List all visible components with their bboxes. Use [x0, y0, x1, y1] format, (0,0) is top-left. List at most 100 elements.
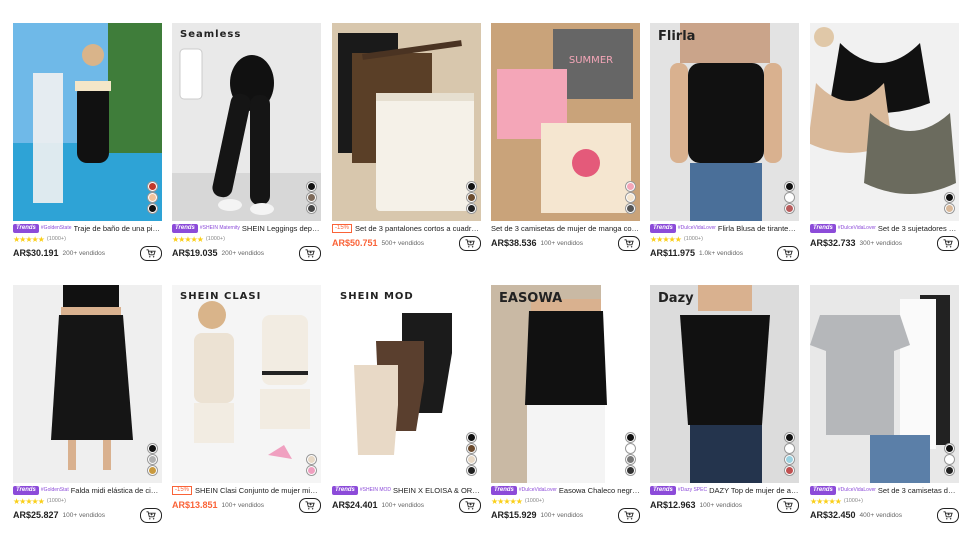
product-title[interactable]: SHEIN X ELOISA & ORSON SHEIN MOD To... [393, 486, 481, 495]
product-card[interactable]: Trends #DulceVidaLover Set de 3 sujetador… [810, 23, 959, 273]
product-title[interactable]: Set de 3 pantalones cortos a cuadros ... [355, 224, 481, 233]
trend-hashtag[interactable]: #GoldenStat [41, 487, 69, 493]
color-swatch[interactable] [307, 466, 316, 475]
product-card[interactable]: EASOWA Trends #DulceVidaLover Easowa Chal… [491, 285, 640, 535]
product-card[interactable]: Flirla Trends #DulceVidaLover Flirla Blus… [650, 23, 799, 273]
color-swatch[interactable] [626, 193, 635, 202]
add-to-cart-button[interactable] [937, 508, 959, 523]
add-to-cart-button[interactable] [459, 236, 481, 251]
add-to-cart-button[interactable] [937, 236, 959, 251]
product-title[interactable]: Easowa Chaleco negro, chaqueta fina, blu… [559, 486, 640, 495]
product-title[interactable]: SHEIN Leggings deportivos de maternidad … [242, 224, 321, 233]
product-photo: SUMMER [491, 23, 640, 221]
trend-hashtag[interactable]: #SHEIN Maternity [200, 225, 240, 231]
color-swatch[interactable] [148, 444, 157, 453]
color-swatch[interactable] [307, 182, 316, 191]
product-title[interactable]: DAZY Top de mujer de ajuste ceñido, de c… [709, 486, 799, 495]
product-image[interactable] [13, 23, 162, 221]
color-swatch[interactable] [467, 466, 476, 475]
color-swatch[interactable] [148, 204, 157, 213]
trend-hashtag[interactable]: #DulceVidaLover [838, 487, 876, 493]
color-swatch[interactable] [307, 193, 316, 202]
product-image[interactable] [810, 23, 959, 221]
trend-hashtag[interactable]: #GoldenState [41, 225, 72, 231]
add-to-cart-button[interactable] [299, 246, 321, 261]
color-swatch[interactable] [626, 433, 635, 442]
color-swatch[interactable] [626, 204, 635, 213]
color-swatch[interactable] [467, 204, 476, 213]
product-card[interactable]: Seamless Trends #SHEIN Maternity SHEIN Le… [172, 23, 321, 273]
color-swatch[interactable] [148, 455, 157, 464]
product-title[interactable]: Flirla Blusa de tirantes plisada y ental… [718, 224, 799, 233]
color-swatch[interactable] [785, 466, 794, 475]
color-swatch[interactable] [945, 466, 954, 475]
color-swatch[interactable] [945, 193, 954, 202]
product-title[interactable]: Falda midi elástica de cintura con satén… [71, 486, 162, 495]
color-swatch[interactable] [945, 455, 954, 464]
product-card[interactable]: Trends #GoldenStat Falda midi elástica de… [13, 285, 162, 535]
color-swatch[interactable] [785, 193, 794, 202]
product-image[interactable]: SHEIN CLASI [172, 285, 321, 483]
add-to-cart-button[interactable] [618, 236, 640, 251]
add-to-cart-button[interactable] [140, 508, 162, 523]
trend-hashtag[interactable]: #SHEIN MOD [360, 487, 391, 493]
color-swatch[interactable] [785, 182, 794, 191]
color-swatches [148, 182, 157, 213]
product-image[interactable]: EASOWA [491, 285, 640, 483]
color-swatch[interactable] [785, 444, 794, 453]
product-title[interactable]: Set de 3 sujetadores deportivos sin cost… [878, 224, 959, 233]
product-price: AR$24.401 [332, 500, 378, 510]
add-to-cart-button[interactable] [459, 498, 481, 513]
product-card[interactable]: Trends #DulceVidaLover Set de 3 camisetas… [810, 285, 959, 535]
color-swatch[interactable] [626, 444, 635, 453]
product-image[interactable]: Dazy [650, 285, 799, 483]
color-swatch[interactable] [626, 455, 635, 464]
add-to-cart-button[interactable] [618, 508, 640, 523]
add-to-cart-button[interactable] [140, 246, 162, 261]
product-image[interactable]: Seamless [172, 23, 321, 221]
color-swatch[interactable] [945, 204, 954, 213]
price-row: AR$24.401 100+ vendidos [332, 496, 481, 514]
product-image[interactable] [13, 285, 162, 483]
rating-row: ★★★★★ (1000+) [491, 496, 640, 506]
trend-hashtag[interactable]: #DulceVidaLover [519, 487, 557, 493]
product-card[interactable]: Trends #GoldenState Traje de baño de una … [13, 23, 162, 273]
color-swatch[interactable] [148, 182, 157, 191]
add-to-cart-button[interactable] [777, 246, 799, 261]
color-swatch[interactable] [945, 444, 954, 453]
add-to-cart-button[interactable] [777, 498, 799, 513]
add-to-cart-button[interactable] [299, 498, 321, 513]
product-card[interactable]: -15% Set de 3 pantalones cortos a cuadro… [332, 23, 481, 273]
color-swatch[interactable] [626, 182, 635, 191]
product-image[interactable] [332, 23, 481, 221]
rating-row: ★★★★★ (1000+) [810, 496, 959, 506]
color-swatch[interactable] [467, 444, 476, 453]
product-title[interactable]: SHEIN Clasi Conjunto de mujer minim... [195, 486, 321, 495]
color-swatch[interactable] [626, 466, 635, 475]
product-card[interactable]: SHEIN MOD Trends #SHEIN MOD SHEIN X ELOIS… [332, 285, 481, 535]
trend-hashtag[interactable]: #DulceVidaLover [678, 225, 716, 231]
color-swatch[interactable] [148, 466, 157, 475]
color-swatch[interactable] [785, 204, 794, 213]
color-swatch[interactable] [467, 455, 476, 464]
product-image[interactable]: SUMMER [491, 23, 640, 221]
color-swatch[interactable] [467, 433, 476, 442]
color-swatch[interactable] [467, 182, 476, 191]
color-swatch[interactable] [785, 433, 794, 442]
product-image[interactable]: Flirla [650, 23, 799, 221]
color-swatch[interactable] [467, 193, 476, 202]
trend-hashtag[interactable]: #DulceVidaLover [838, 225, 876, 231]
product-title[interactable]: Set de 3 camisetas de mujer de manga cor… [491, 224, 640, 233]
product-card[interactable]: SHEIN CLASI -15% SHEIN Clasi Conjunto de… [172, 285, 321, 535]
color-swatch[interactable] [307, 455, 316, 464]
trend-hashtag[interactable]: #Dazy SPEC [678, 487, 707, 493]
product-image[interactable]: SHEIN MOD [332, 285, 481, 483]
product-card[interactable]: Dazy Trends #Dazy SPEC DAZY Top de mujer … [650, 285, 799, 535]
color-swatch[interactable] [148, 193, 157, 202]
color-swatch[interactable] [307, 204, 316, 213]
product-title[interactable]: Traje de baño de una pieza de escote en … [74, 224, 163, 233]
product-image[interactable] [810, 285, 959, 483]
product-title[interactable]: Set de 3 camisetas de manga corta y cuel… [878, 486, 959, 495]
product-card[interactable]: SUMMER Set de 3 camisetas de mujer de ma… [491, 23, 640, 273]
color-swatch[interactable] [785, 455, 794, 464]
